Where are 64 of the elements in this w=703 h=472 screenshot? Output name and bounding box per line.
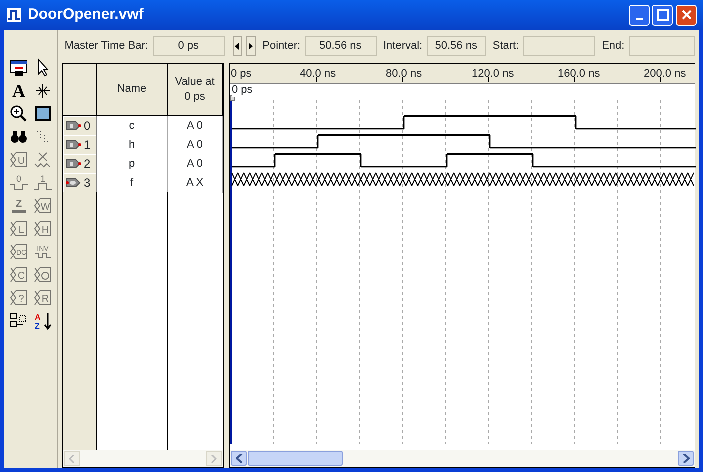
zoom-icon[interactable] <box>9 104 29 124</box>
field-label: Pointer: <box>262 38 301 54</box>
time-field[interactable]: 50.56 ns <box>426 36 486 56</box>
signal-index[interactable]: 3 <box>63 173 97 193</box>
signal-value: A 0 <box>168 116 223 136</box>
left-arrow-icon <box>234 42 240 50</box>
signal-value: A 0 <box>168 154 223 174</box>
close-button[interactable] <box>676 4 697 26</box>
right-arrow-icon <box>248 42 254 50</box>
field-label: End: <box>602 38 625 54</box>
waveform-editor-icon[interactable] <box>9 58 29 78</box>
time-cursor[interactable] <box>230 96 236 444</box>
right-chevron-icon <box>682 454 690 463</box>
signal-name: h <box>97 135 168 155</box>
index-number: 1 <box>84 137 91 154</box>
signal-index[interactable]: 2 <box>63 154 97 174</box>
signal-value: A 0 <box>168 135 223 155</box>
ruler-label: 200.0 ns <box>644 67 686 82</box>
output-pin-icon <box>66 176 82 190</box>
right-chevron-icon <box>211 454 217 462</box>
window-title: DoorOpener.vwf <box>28 4 144 25</box>
waveform-file-icon <box>6 6 22 23</box>
snap-icon[interactable] <box>33 81 53 101</box>
signal-name: p <box>97 154 168 174</box>
window-icon[interactable] <box>33 104 53 124</box>
ruler-label: 80.0 ns <box>386 67 422 82</box>
time-field[interactable] <box>523 36 596 56</box>
master-time-bar-field[interactable]: 0 ps <box>152 36 225 56</box>
scrollbar-thumb[interactable] <box>248 451 343 466</box>
next-button[interactable] <box>246 36 256 56</box>
signal-index[interactable]: 0 <box>63 116 97 136</box>
index-number: 0 <box>84 118 91 135</box>
previous-button[interactable] <box>232 36 242 56</box>
ruler-label: 0 ps <box>231 67 252 82</box>
time-field[interactable] <box>628 36 695 56</box>
input-pin-icon <box>66 157 82 171</box>
signal-name: c <box>97 116 168 136</box>
input-pin-icon <box>66 138 82 152</box>
close-icon <box>680 8 694 22</box>
left-chevron-icon <box>69 454 75 462</box>
column-header: Name <box>97 64 168 115</box>
field-label: Master Time Bar: <box>64 38 148 54</box>
minimize-icon <box>636 18 642 20</box>
signal-value: A X <box>168 173 223 193</box>
column-header: Value at 0 ps <box>168 64 223 115</box>
maximize-icon <box>656 8 670 22</box>
maximize-button[interactable] <box>652 4 674 26</box>
time-field[interactable]: 50.56 ns <box>304 36 377 56</box>
minimize-button[interactable] <box>628 4 650 26</box>
index-number: 3 <box>84 175 91 192</box>
ruler-label: 120.0 ns <box>472 67 514 82</box>
signal-index[interactable]: 1 <box>63 135 97 155</box>
ruler-label: 40.0 ns <box>300 67 336 82</box>
field-label: Start: <box>492 38 520 54</box>
text-tool-icon[interactable]: A <box>9 81 29 101</box>
cursor-label: 0 ps <box>232 84 253 97</box>
field-label: Interval: <box>383 38 423 54</box>
scroll-left-button[interactable] <box>231 451 247 466</box>
signal-name: f <box>97 173 168 193</box>
scroll-right-button[interactable] <box>678 451 694 466</box>
ruler-label: 160.0 ns <box>558 67 600 82</box>
left-chevron-icon <box>236 454 242 463</box>
input-pin-icon <box>66 119 82 133</box>
index-number: 2 <box>84 156 91 173</box>
